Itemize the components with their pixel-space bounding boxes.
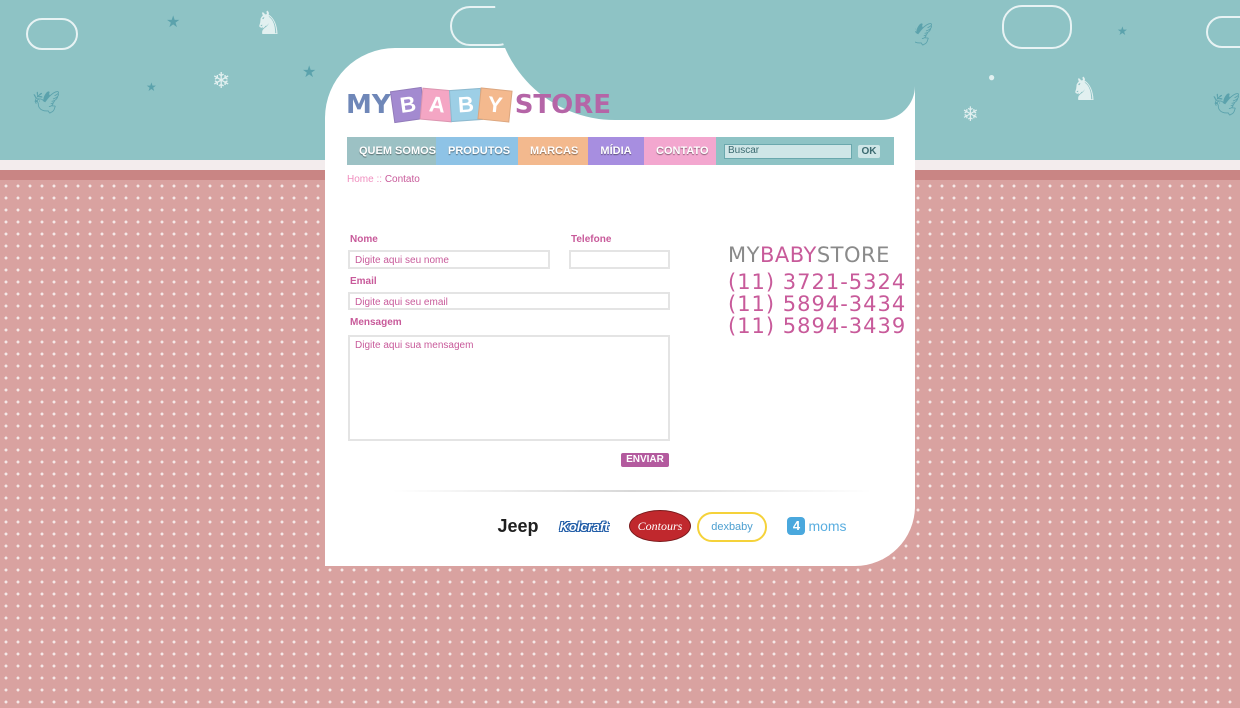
4moms-badge-icon: 4 (787, 517, 806, 535)
email-field[interactable]: Digite aqui seu email (348, 292, 670, 310)
email-label: Email (350, 276, 377, 287)
message-textarea[interactable]: Digite aqui sua mensagem (348, 335, 670, 441)
nav-item-contato[interactable]: CONTATO (644, 137, 716, 165)
contact-brand-baby: BABY (759, 243, 817, 267)
nav-item-midia[interactable]: MÍDIA (588, 137, 644, 165)
search-button[interactable]: OK (858, 144, 880, 158)
logo-my: MY (346, 90, 391, 120)
logo-baby-blocks: B A B Y (389, 86, 513, 124)
phone-field[interactable] (569, 250, 670, 269)
breadcrumb-current: Contato (384, 174, 420, 185)
phone-number: (11) 5894-3434 (728, 292, 907, 316)
divider (392, 490, 872, 492)
brand-logo-4moms[interactable]: 4 moms (775, 510, 859, 542)
contact-brand-store: STORE (816, 243, 890, 267)
contact-brand-my: MY (728, 243, 760, 267)
bird-icon: 🕊 (32, 90, 60, 115)
bird-icon: 🕊 (1212, 92, 1240, 117)
teddy-bear-icon: ❄ (212, 68, 231, 93)
site-logo[interactable]: MY B A B Y STORE (346, 82, 611, 128)
nav-search: Buscar OK (716, 137, 894, 165)
phone-number: (11) 5894-3439 (728, 314, 907, 338)
breadcrumb: Home :: Contato (347, 174, 420, 185)
brand-logo-dexbaby[interactable]: dexbaby (697, 512, 767, 542)
cloud-decoration (1206, 16, 1240, 48)
breadcrumb-home[interactable]: Home (347, 174, 374, 185)
phone-number: (11) 3721-5324 (728, 270, 907, 294)
send-button[interactable]: ENVIAR (621, 453, 669, 467)
nav-item-quem-somos[interactable]: QUEM SOMOS (347, 137, 436, 165)
breadcrumb-separator: :: (373, 174, 385, 185)
main-nav: QUEM SOMOS PRODUTOS MARCAS MÍDIA CONTATO… (347, 137, 894, 165)
nav-item-produtos[interactable]: PRODUTOS (436, 137, 518, 165)
star-icon: ★ (302, 64, 317, 81)
logo-block: Y (477, 87, 513, 123)
message-label: Mensagem (350, 317, 402, 328)
phone-label: Telefone (571, 234, 612, 245)
star-icon: ★ (146, 80, 157, 94)
stroller-icon: ♞ (1070, 71, 1099, 107)
nav-item-marcas[interactable]: MARCAS (518, 137, 588, 165)
brand-logo-kolcraft[interactable]: Kolcraft (551, 510, 617, 542)
brand-logo-jeep[interactable]: Jeep (494, 510, 542, 542)
search-input[interactable]: Buscar (724, 143, 852, 159)
star-icon: ★ (166, 14, 181, 31)
dot-decoration: ● (988, 70, 996, 84)
logo-store: STORE (514, 90, 612, 120)
stroller-icon: ♞ (254, 5, 283, 41)
cloud-decoration (1002, 5, 1072, 49)
4moms-text: moms (808, 518, 847, 534)
name-field[interactable]: Digite aqui seu nome (348, 250, 550, 269)
star-icon: ★ (1117, 24, 1128, 38)
cloud-decoration (26, 18, 78, 50)
name-label: Nome (350, 234, 378, 245)
teddy-bear-icon: ❄ (962, 104, 979, 126)
contact-brand: MYBABYSTORE (728, 243, 890, 267)
brand-logo-contours[interactable]: Contours (629, 510, 691, 542)
